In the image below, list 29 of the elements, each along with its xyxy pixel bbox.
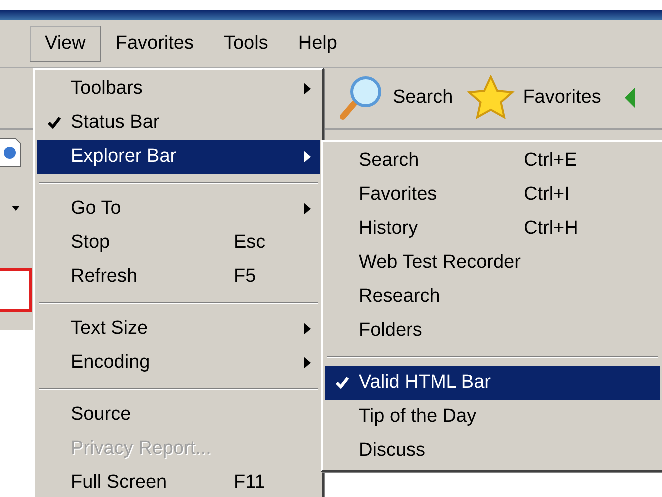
menu-item[interactable]: Full Screen F11: [37, 466, 320, 497]
toolbar-button[interactable]: Search: [335, 73, 454, 123]
menu-item[interactable]: Search Ctrl+E: [325, 144, 660, 178]
menu-item[interactable]: Help: [283, 26, 352, 62]
menu-item[interactable]: Status Bar: [37, 106, 320, 140]
star-icon: [467, 75, 516, 121]
menu-item[interactable]: Explorer Bar: [37, 140, 320, 174]
menu-item[interactable]: View: [30, 26, 101, 62]
toolbar-button[interactable]: Favorites: [467, 75, 602, 121]
menu-item[interactable]: Favorites: [100, 26, 209, 62]
menu-item[interactable]: Tools: [208, 26, 284, 62]
menu-item[interactable]: Stop Esc: [37, 226, 320, 260]
menu-item[interactable]: Toolbars: [37, 72, 320, 106]
menu-item[interactable]: Tip of the Day: [325, 400, 660, 434]
menu-item[interactable]: Valid HTML Bar: [325, 366, 660, 400]
menu-item[interactable]: Web Test Recorder: [325, 246, 660, 280]
menu-item[interactable]: History Ctrl+H: [325, 212, 660, 246]
menu-item[interactable]: Text Size: [37, 312, 320, 346]
menu-item[interactable]: Discuss: [325, 434, 660, 468]
menu-item[interactable]: Favorites Ctrl+I: [325, 178, 660, 212]
toolbar-icon[interactable]: [625, 86, 636, 110]
caret-icon: [12, 206, 20, 211]
menu-item[interactable]: Source: [37, 398, 320, 432]
menu-item[interactable]: Research: [325, 280, 660, 314]
menu-item[interactable]: Encoding: [37, 346, 320, 380]
page-icon: [0, 138, 22, 168]
menu-item[interactable]: Refresh F5: [37, 260, 320, 294]
menu-item[interactable]: Go To: [37, 192, 320, 226]
menu-item[interactable]: Folders: [325, 314, 660, 348]
